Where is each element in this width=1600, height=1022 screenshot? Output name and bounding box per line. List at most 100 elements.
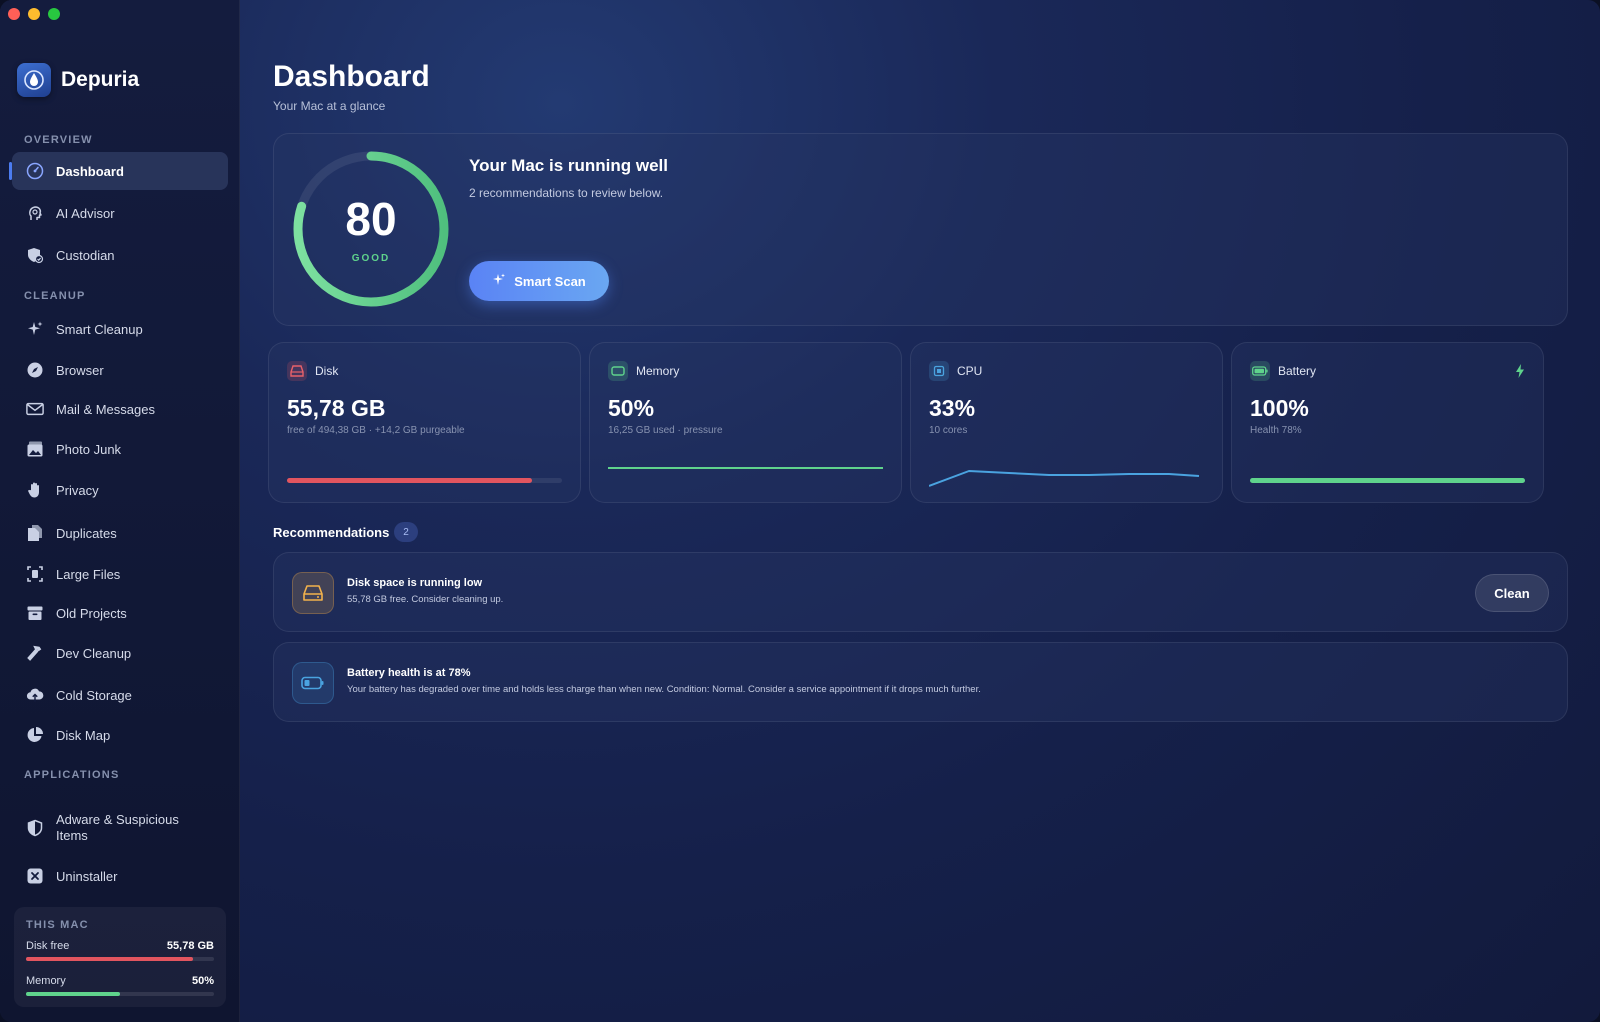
- brand: Depuria: [17, 63, 139, 97]
- x-square-icon: [26, 867, 44, 885]
- disk-metric-card[interactable]: Disk 55,78 GB free of 494,38 GB · +14,2 …: [268, 342, 581, 503]
- sidebar-item-label: Custodian: [56, 247, 115, 263]
- recommendations-title: Recommendations: [273, 525, 390, 540]
- battery-level-bar-fill: [1250, 478, 1525, 483]
- recommendation-disk: Disk space is running low 55,78 GB free.…: [273, 552, 1568, 632]
- disk-free-label: Disk free: [26, 940, 70, 952]
- memory-value: 50%: [191, 975, 214, 987]
- memory-sparkline: [608, 467, 883, 469]
- page-title: Dashboard: [273, 60, 430, 93]
- app-window: Depuria OVERVIEW Dashboard AI Advisor Cu…: [0, 0, 1600, 1022]
- cpu-icon: [929, 361, 949, 381]
- sidebar-item-privacy[interactable]: Privacy: [12, 471, 228, 509]
- memory-bar: [26, 992, 214, 996]
- section-applications: APPLICATIONS: [24, 769, 120, 781]
- health-title: Your Mac is running well: [469, 156, 668, 175]
- app-name: Depuria: [61, 68, 140, 91]
- sidebar-item-label: Adware & Suspicious Items: [56, 812, 179, 843]
- sparkles-icon: [26, 320, 44, 338]
- this-mac-title: THIS MAC: [26, 919, 89, 931]
- memory-value: 50%: [608, 395, 655, 421]
- health-card: 80 GOOD Your Mac is running well 2 recom…: [273, 133, 1568, 326]
- memory-label: Memory: [26, 975, 66, 987]
- sidebar-item-label: Cold Storage: [56, 687, 132, 703]
- health-subtitle: 2 recommendations to review below.: [469, 186, 664, 200]
- cpu-sparkline: [929, 470, 1200, 487]
- sidebar-item-label: Privacy: [56, 482, 99, 498]
- battery-value: 100%: [1250, 395, 1309, 421]
- sidebar-item-label: Uninstaller: [56, 868, 118, 884]
- charging-bolt-icon: [1515, 364, 1525, 383]
- sidebar-item-browser[interactable]: Browser: [12, 351, 228, 389]
- sidebar-item-label: Photo Junk: [56, 441, 122, 457]
- sidebar-item-duplicates[interactable]: Duplicates: [12, 514, 228, 552]
- sidebar-item-ai-advisor[interactable]: AI Advisor: [12, 194, 228, 232]
- envelope-icon: [26, 400, 44, 418]
- sidebar-item-label: Dashboard: [56, 163, 124, 179]
- sidebar-item-dev-cleanup[interactable]: Dev Cleanup: [12, 634, 228, 672]
- drive-icon: [292, 572, 334, 614]
- sidebar-item-dashboard[interactable]: Dashboard: [9, 152, 228, 190]
- battery-icon: [1250, 361, 1270, 381]
- battery-sub: Health 78%: [1250, 425, 1302, 436]
- sidebar-item-old-projects[interactable]: Old Projects: [12, 594, 228, 632]
- smart-scan-label: Smart Scan: [514, 273, 586, 289]
- sidebar-item-label: Large Files: [56, 566, 121, 582]
- sidebar-item-disk-map[interactable]: Disk Map: [12, 716, 228, 754]
- window-controls: [8, 8, 60, 20]
- sidebar-item-uninstaller[interactable]: Uninstaller: [12, 857, 228, 895]
- battery-metric-card[interactable]: Battery 100% Health 78%: [1231, 342, 1544, 503]
- zoom-window-button[interactable]: [48, 8, 60, 20]
- recommendation-body: 55,78 GB free. Consider cleaning up.: [347, 594, 504, 605]
- sidebar-item-mail-messages[interactable]: Mail & Messages: [12, 390, 228, 428]
- sidebar-item-label: Dev Cleanup: [56, 645, 132, 661]
- clean-button[interactable]: Clean: [1475, 574, 1549, 612]
- sidebar-item-large-files[interactable]: Large Files: [12, 555, 228, 593]
- shield-check-icon: [26, 246, 44, 264]
- recommendations-count-badge: 2: [394, 522, 418, 542]
- sidebar-item-label: Browser: [56, 362, 104, 378]
- sidebar: Depuria OVERVIEW Dashboard AI Advisor Cu…: [0, 0, 240, 1022]
- app-logo-icon: [17, 63, 51, 97]
- health-score: 80: [345, 193, 397, 245]
- sidebar-item-photo-junk[interactable]: Photo Junk: [12, 430, 228, 468]
- disk-free-value: 55,78 GB: [166, 940, 214, 952]
- compass-icon: [26, 361, 44, 379]
- minimize-window-button[interactable]: [28, 8, 40, 20]
- battery-label: Battery: [1278, 364, 1317, 378]
- battery-low-icon: [292, 662, 334, 704]
- disk-sub: free of 494,38 GB · +14,2 GB purgeable: [287, 425, 465, 436]
- recommendation-title: Battery health is at 78%: [347, 667, 471, 679]
- disk-free-bar-fill: [26, 957, 194, 961]
- memory-sub: 16,25 GB used · pressure: [608, 425, 723, 436]
- close-window-button[interactable]: [8, 8, 20, 20]
- sidebar-item-custodian[interactable]: Custodian: [12, 236, 228, 274]
- memory-chip-icon: [608, 361, 628, 381]
- sparkles-icon: [492, 273, 506, 290]
- cpu-metric-card[interactable]: CPU 33% 10 cores: [910, 342, 1223, 503]
- section-cleanup: CLEANUP: [24, 290, 86, 302]
- disk-usage-bar: [287, 478, 562, 483]
- disk-label: Disk: [315, 364, 339, 378]
- sidebar-item-label: Old Projects: [56, 605, 127, 621]
- this-mac-panel: THIS MAC Disk free 55,78 GB Memory 50%: [14, 907, 226, 1007]
- disk-free-bar: [26, 957, 214, 961]
- smart-scan-button[interactable]: Smart Scan: [469, 261, 609, 301]
- page-subtitle: Your Mac at a glance: [273, 99, 386, 113]
- main-content: Dashboard Your Mac at a glance 80 GOOD Y…: [240, 0, 1600, 1022]
- disk-value: 55,78 GB: [287, 395, 386, 421]
- memory-label: Memory: [636, 364, 680, 378]
- hammer-icon: [26, 644, 44, 662]
- sidebar-item-smart-cleanup[interactable]: Smart Cleanup: [12, 310, 228, 348]
- memory-metric-card[interactable]: Memory 50% 16,25 GB used · pressure: [589, 342, 902, 503]
- hand-icon: [26, 481, 44, 499]
- sidebar-item-cold-storage[interactable]: Cold Storage: [12, 676, 228, 714]
- recommendation-title: Disk space is running low: [347, 577, 483, 589]
- sidebar-item-adware[interactable]: Adware & Suspicious Items: [12, 806, 228, 850]
- cpu-label: CPU: [957, 364, 983, 378]
- head-icon: [26, 204, 44, 222]
- memory-bar-fill: [26, 992, 120, 996]
- recommendation-battery: Battery health is at 78% Your battery ha…: [273, 642, 1568, 722]
- sidebar-item-label: Duplicates: [56, 525, 117, 541]
- shield-half-icon: [26, 819, 44, 837]
